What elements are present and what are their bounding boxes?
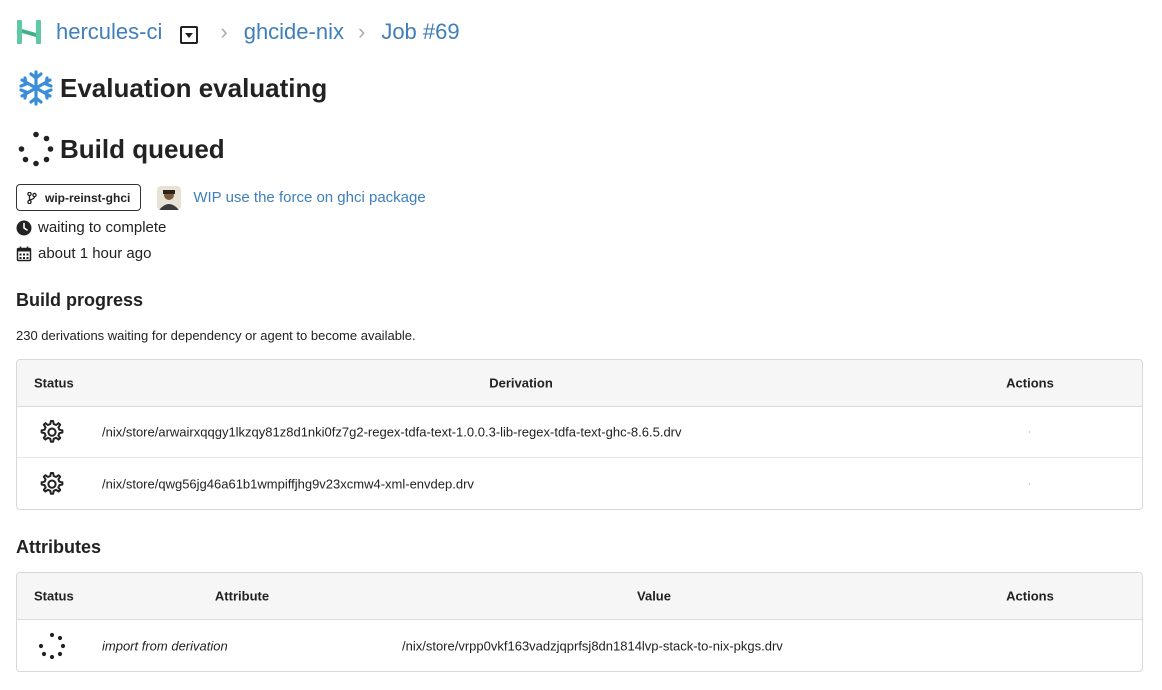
clock-icon (16, 220, 32, 235)
branch-name: wip-reinst-ghci (45, 190, 131, 205)
table-header: Status Derivation Actions (17, 360, 1142, 407)
avatar[interactable] (157, 185, 182, 210)
org-dropdown-icon[interactable] (180, 26, 199, 44)
evaluation-heading: Evaluation evaluating (18, 70, 327, 106)
derivation-path[interactable]: /nix/store/qwg56jg46a61b1wmpiffjhg9v23xc… (102, 476, 474, 491)
attributes-table: Status Attribute Value Actions import fr… (16, 572, 1143, 672)
column-status: Status (34, 588, 74, 604)
build-progress-title: Build progress (16, 290, 144, 310)
attribute-name: import from derivation (102, 638, 228, 653)
breadcrumb-separator: › (357, 19, 366, 44)
column-derivation: Derivation (489, 375, 553, 391)
column-actions: Actions (1006, 588, 1054, 604)
time-row: about 1 hour ago (16, 245, 151, 262)
snowflake-icon (19, 70, 53, 106)
column-actions: Actions (1006, 375, 1054, 391)
column-value: Value (637, 588, 671, 604)
commit-message-link[interactable]: WIP use the force on ghci package (193, 189, 425, 206)
hercules-logo-icon[interactable] (16, 17, 44, 47)
git-branch-icon (27, 191, 37, 204)
breadcrumb-job-link[interactable]: Job #69 (381, 19, 459, 45)
gear-icon (40, 420, 64, 443)
breadcrumb: hercules-ci › ghcide-nix › Job #69 (16, 14, 460, 50)
derivations-table: Status Derivation Actions /nix/store/arw… (16, 359, 1143, 510)
commit-status-text: waiting to complete (38, 219, 167, 236)
commit-time-text: about 1 hour ago (38, 245, 152, 262)
column-attribute: Attribute (214, 588, 270, 604)
column-status: Status (34, 375, 74, 391)
derivation-path[interactable]: /nix/store/arwairxqqgy1lkzqy81z8d1nki0fz… (102, 425, 682, 440)
gear-icon (40, 471, 64, 495)
row-actions[interactable] (1029, 431, 1030, 433)
evaluation-title: Evaluation evaluating (60, 72, 328, 103)
table-row: import from derivation /nix/store/vrpp0v… (17, 620, 1142, 671)
attribute-value[interactable]: /nix/store/vrpp0vkf163vadzjqprfsj8dn1814… (402, 638, 783, 653)
table-header: Status Attribute Value Actions (17, 573, 1142, 620)
build-progress-summary: 230 derivations waiting for dependency o… (16, 328, 416, 343)
spinner-icon (38, 632, 66, 659)
status-row: waiting to complete (16, 219, 166, 236)
spinner-icon (18, 131, 54, 167)
row-actions[interactable] (1029, 483, 1030, 484)
breadcrumb-org-link[interactable]: hercules-ci (56, 19, 162, 45)
attributes-title: Attributes (16, 537, 101, 557)
table-row: /nix/store/qwg56jg46a61b1wmpiffjhg9v23xc… (17, 458, 1142, 509)
build-title: Build queued (60, 133, 225, 164)
build-heading: Build queued (18, 131, 225, 167)
calendar-icon (16, 246, 32, 261)
branch-badge[interactable]: wip-reinst-ghci (16, 184, 142, 211)
table-row: /nix/store/arwairxqqgy1lkzqy81z8d1nki0fz… (17, 407, 1142, 458)
breadcrumb-separator: › (220, 19, 228, 44)
breadcrumb-repo-link[interactable]: ghcide-nix (244, 19, 344, 45)
commit-row: wip-reinst-ghci WIP use the force on ghc… (16, 184, 426, 211)
